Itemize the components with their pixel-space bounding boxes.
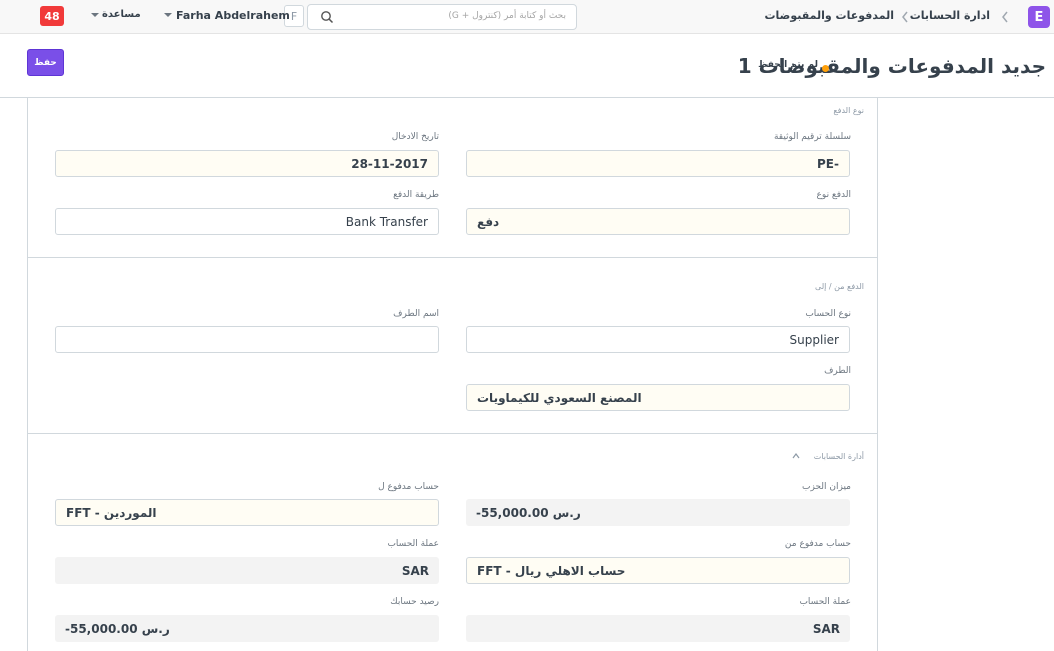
party-name-field[interactable] — [55, 326, 439, 353]
search-input[interactable]: بحث أو كتابة أمر (كنترول + G) — [307, 4, 577, 30]
breadcrumb-accounts[interactable]: ادارة الحسابات — [910, 9, 990, 22]
paid-to-currency-value: SAR — [55, 557, 439, 584]
save-button[interactable]: حفظ — [27, 49, 64, 76]
party-balance-label: ميزان الحزب — [802, 482, 851, 492]
section-heading-accounts: أدارة الحسابات — [813, 452, 864, 461]
posting-date-field[interactable]: 28-11-2017 — [55, 150, 439, 177]
party-type-field[interactable]: Supplier — [466, 326, 850, 353]
search-icon — [321, 11, 334, 24]
party-label: الطرف — [824, 366, 851, 376]
breadcrumb-chevron-icon — [1002, 11, 1008, 23]
collapse-chevron-up-icon[interactable] — [792, 452, 800, 460]
paid-from-currency-value: SAR — [466, 615, 850, 642]
naming-series-field[interactable]: PE- — [466, 150, 850, 177]
mode-of-payment-field[interactable]: Bank Transfer — [55, 208, 439, 235]
party-name-label: اسم الطرف — [393, 309, 439, 319]
mode-of-payment-label: طريقة الدفع — [393, 190, 439, 200]
party-balance-value: ر.س 55,000.00- — [466, 499, 850, 526]
party-field[interactable]: المصنع السعودي للكيماويات — [466, 384, 850, 411]
paid-from-currency-label: عملة الحساب — [799, 597, 851, 607]
section-divider — [27, 433, 878, 434]
search-placeholder: بحث أو كتابة أمر (كنترول + G) — [448, 11, 566, 21]
app-logo[interactable]: E — [1028, 6, 1050, 28]
unsaved-indicator-icon — [822, 65, 829, 72]
section-heading-party: الدفع من / إلى — [815, 282, 864, 291]
breadcrumb-chevron-icon — [902, 11, 908, 23]
breadcrumb-payment-entry[interactable]: المدفوعات والمقبوضات — [765, 9, 895, 22]
help-menu[interactable]: مساعدة — [102, 9, 141, 20]
naming-series-label: سلسلة ترقيم الوثيقة — [773, 132, 851, 142]
paid-to-currency-label: عملة الحساب — [387, 539, 439, 549]
unsaved-status: لم يتم الحفظ — [758, 60, 818, 70]
section-divider — [27, 257, 878, 258]
paid-from-label: حساب مدفوع من — [784, 539, 851, 549]
paid-to-label: حساب مدفوع ل — [378, 482, 439, 492]
paid-to-field[interactable]: الموردين - FFT — [55, 499, 439, 526]
section-heading-payment-type: نوع الدفع — [833, 106, 864, 115]
navbar: E ادارة الحسابات المدفوعات والمقبوضات بح… — [0, 0, 1054, 34]
account-balance-value: ر.س 55,000.00- — [55, 615, 439, 642]
paid-from-field[interactable]: حساب الاهلي ريال - FFT — [466, 557, 850, 584]
payment-type-select[interactable]: دفع — [466, 208, 850, 235]
notification-badge[interactable]: 48 — [40, 6, 64, 26]
user-menu-caret-icon[interactable] — [164, 13, 172, 17]
account-balance-label: رصيد حسابك — [390, 597, 439, 607]
payment-type-label: الدفع نوع — [816, 190, 851, 200]
user-menu[interactable]: Farha Abdelrahem — [176, 9, 290, 22]
posting-date-label: تاريخ الادخال — [391, 132, 439, 142]
party-type-label: نوع الحساب — [805, 309, 851, 319]
help-menu-caret-icon[interactable] — [91, 13, 99, 17]
page-head: جديد المدفوعات والمقبوضات 1 لم يتم الحفظ… — [0, 34, 1054, 98]
